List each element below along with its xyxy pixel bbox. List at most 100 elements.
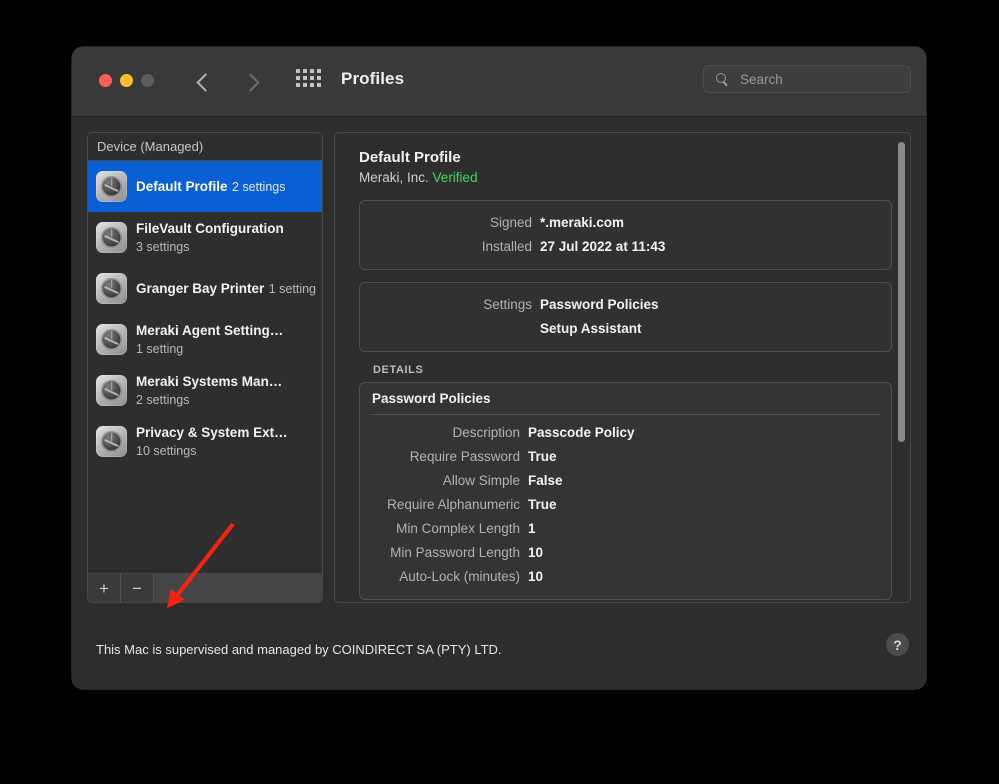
signature-info-card: Signed *.meraki.com Installed 27 Jul 202… <box>359 200 892 270</box>
list-item-meraki-agent-settings[interactable]: Meraki Agent Setting… 1 setting <box>88 314 322 365</box>
sidebar-footer-controls: + − <box>88 573 322 602</box>
close-button[interactable] <box>99 74 112 87</box>
list-item-default-profile[interactable]: Default Profile 2 settings <box>88 161 322 212</box>
window-body: Device (Managed) Default Profile 2 setti… <box>72 117 926 618</box>
list-item-title: Privacy & System Ext… <box>136 424 288 440</box>
detail-row-auto-lock: Auto-Lock (minutes) 10 <box>360 565 891 589</box>
grid-dot <box>296 69 300 73</box>
detail-row-key: Min Password Length <box>390 545 520 560</box>
detail-row-value: Passcode Policy <box>528 425 635 440</box>
settings-summary-card: Settings Password Policies Setup Assista… <box>359 282 892 352</box>
grid-dot <box>296 83 300 87</box>
list-item-filevault-configuration[interactable]: FileVault Configuration 3 settings <box>88 212 322 263</box>
status-badge-verified: Verified <box>432 170 478 185</box>
window-titlebar: Profiles <box>72 47 926 117</box>
minimize-button[interactable] <box>120 74 133 87</box>
detail-title: Default Profile <box>359 149 461 166</box>
info-row-value: *.meraki.com <box>540 215 625 230</box>
profile-icon <box>96 222 127 253</box>
grid-dot <box>303 83 307 87</box>
page-title: Profiles <box>341 69 405 88</box>
grid-dot <box>317 83 321 87</box>
detail-row-min-complex-length: Min Complex Length 1 <box>360 517 891 541</box>
grid-dot <box>317 69 321 73</box>
list-item-title: Granger Bay Printer <box>136 280 265 296</box>
add-profile-button[interactable]: + <box>88 574 121 602</box>
info-row-installed: Installed 27 Jul 2022 at 11:43 <box>360 235 891 259</box>
detail-row-key: Require Password <box>409 449 520 464</box>
list-item-title: Meraki Systems Man… <box>136 373 283 389</box>
remove-profile-button[interactable]: − <box>121 574 154 602</box>
zoom-button <box>141 74 154 87</box>
detail-row-key: Auto-Lock (minutes) <box>399 569 520 584</box>
detail-organization: Meraki, Inc. <box>359 170 429 185</box>
list-item-title: Meraki Agent Setting… <box>136 322 284 338</box>
settings-row-setup-assistant: Setup Assistant <box>360 317 891 341</box>
password-policies-rows: Description Passcode Policy Require Pass… <box>360 415 891 599</box>
detail-row-allow-simple: Allow Simple False <box>360 469 891 493</box>
screen: Profiles Device (Managed) Default Profil… <box>0 0 999 784</box>
grid-dot <box>317 76 321 80</box>
detail-row-key: Allow Simple <box>442 473 520 488</box>
show-all-grid-icon[interactable] <box>296 69 321 87</box>
grid-dot <box>310 69 314 73</box>
profiles-window: Profiles Device (Managed) Default Profil… <box>72 47 926 689</box>
search-icon <box>715 72 729 86</box>
back-chevron-icon[interactable] <box>196 65 218 99</box>
detail-row-value: False <box>528 473 563 488</box>
list-item-subtitle: 1 setting <box>268 281 317 296</box>
list-item-privacy-system-extensions[interactable]: Privacy & System Ext… 10 settings <box>88 416 322 467</box>
settings-row-value: Password Policies <box>540 297 659 312</box>
grid-dot <box>310 83 314 87</box>
profile-detail-content: Default Profile Meraki, Inc. Verified Si… <box>335 133 910 602</box>
traffic-lights <box>99 74 154 87</box>
detail-row-require-password: Require Password True <box>360 445 891 469</box>
info-row-key: Signed <box>489 215 532 230</box>
list-item-granger-bay-printer[interactable]: Granger Bay Printer 1 setting <box>88 263 322 314</box>
list-item-subtitle: 10 settings <box>136 443 197 458</box>
grid-dot <box>296 76 300 80</box>
detail-scrollbar[interactable] <box>896 137 907 598</box>
profile-icon <box>96 171 127 202</box>
profile-detail-pane: Default Profile Meraki, Inc. Verified Si… <box>334 132 911 603</box>
list-item-title: Default Profile <box>136 178 228 194</box>
list-item-subtitle: 2 settings <box>136 392 190 407</box>
settings-row-key: Settings <box>483 297 532 312</box>
sidebar-header: Device (Managed) <box>88 133 322 161</box>
help-button[interactable]: ? <box>886 633 909 656</box>
search-input[interactable] <box>738 70 902 88</box>
profile-icon <box>96 375 127 406</box>
window-footer: This Mac is supervised and managed by CO… <box>72 618 926 689</box>
profile-icon <box>96 273 127 304</box>
list-item-subtitle: 2 settings <box>231 179 286 194</box>
detail-row-value: 10 <box>528 545 544 560</box>
detail-row-value: 1 <box>528 521 536 536</box>
detail-row-key: Min Complex Length <box>396 521 520 536</box>
info-row-signed: Signed *.meraki.com <box>360 211 891 235</box>
grid-dot <box>310 76 314 80</box>
password-policies-card: Password Policies Description Passcode P… <box>359 382 892 600</box>
detail-row-min-password-length: Min Password Length 10 <box>360 541 891 565</box>
details-section-label: DETAILS <box>373 364 424 376</box>
settings-row-key <box>360 317 540 341</box>
detail-row-value: True <box>528 497 557 512</box>
profile-icon <box>96 426 127 457</box>
navigation-arrows <box>196 65 263 99</box>
detail-row-require-alphanumeric: Require Alphanumeric True <box>360 493 891 517</box>
list-item-subtitle: 3 settings <box>136 239 190 254</box>
search-field[interactable] <box>703 65 911 93</box>
supervision-notice: This Mac is supervised and managed by CO… <box>96 642 502 657</box>
info-row-value: 27 Jul 2022 at 11:43 <box>540 239 666 254</box>
scrollbar-thumb[interactable] <box>898 142 905 442</box>
list-item-title: FileVault Configuration <box>136 220 284 236</box>
detail-row-description: Description Passcode Policy <box>360 421 891 445</box>
profiles-list: Default Profile 2 settings FileVault Con… <box>88 161 322 573</box>
detail-row-key: Require Alphanumeric <box>387 497 520 512</box>
list-item-meraki-systems-manager[interactable]: Meraki Systems Man… 2 settings <box>88 365 322 416</box>
segmented-filler <box>154 574 322 602</box>
grid-dot <box>303 69 307 73</box>
list-item-subtitle: 1 setting <box>136 341 184 356</box>
grid-dot <box>303 76 307 80</box>
profile-icon <box>96 324 127 355</box>
info-row-key: Installed <box>481 239 532 254</box>
